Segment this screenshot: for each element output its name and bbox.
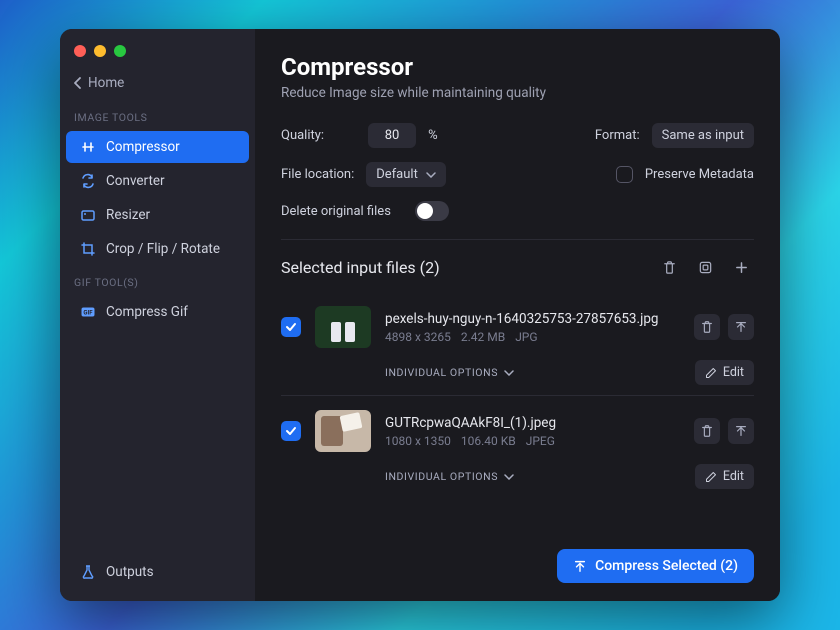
select-all-button[interactable] <box>692 254 718 280</box>
preserve-metadata-checkbox[interactable] <box>616 166 633 183</box>
home-label: Home <box>88 75 124 91</box>
file-location-select[interactable]: Default <box>366 162 446 187</box>
chevron-down-icon <box>504 370 514 376</box>
sidebar-item-label: Compressor <box>106 139 180 155</box>
sidebar-item-outputs[interactable]: Outputs <box>66 556 249 588</box>
file-name: pexels-huy-nguy-n-1640325753-27857653.jp… <box>385 311 680 327</box>
file-thumbnail <box>315 410 371 452</box>
file-location-value: Default <box>376 167 418 182</box>
file-thumbnail <box>315 306 371 348</box>
minimize-window-button[interactable] <box>94 45 106 57</box>
file-checkbox[interactable] <box>281 421 301 441</box>
compress-selected-button[interactable]: Compress Selected (2) <box>557 549 754 583</box>
sidebar-item-label: Converter <box>106 173 165 189</box>
preserve-metadata-label: Preserve Metadata <box>645 167 754 182</box>
file-format: JPEG <box>526 434 555 448</box>
quality-input[interactable]: 80 <box>368 123 416 148</box>
section-label-image-tools: IMAGE TOOLS <box>60 101 255 130</box>
individual-options-label: INDIVIDUAL OPTIONS <box>385 366 498 379</box>
sidebar: Home IMAGE TOOLS Compressor Converter Re… <box>60 29 255 601</box>
sidebar-item-resizer[interactable]: Resizer <box>66 199 249 231</box>
sidebar-item-label: Compress Gif <box>106 304 188 320</box>
footer: Compress Selected (2) <box>281 537 754 583</box>
delete-originals-toggle[interactable] <box>415 201 449 221</box>
clear-all-button[interactable] <box>656 254 682 280</box>
individual-options-toggle[interactable]: INDIVIDUAL OPTIONS <box>385 366 514 379</box>
file-dimensions: 1080 x 1350 <box>385 434 451 448</box>
quality-unit: % <box>428 128 438 143</box>
file-name: GUTRcpwaQAAkF8I_(1).jpeg <box>385 415 680 431</box>
file-location-label: File location: <box>281 167 354 182</box>
pencil-icon <box>705 367 717 379</box>
section-label-gif-tools: GIF TOOL(S) <box>60 266 255 295</box>
sidebar-item-label: Outputs <box>106 564 154 580</box>
chevron-down-icon <box>426 172 436 178</box>
file-row: pexels-huy-nguy-n-1640325753-27857653.jp… <box>281 292 754 396</box>
file-checkbox[interactable] <box>281 317 301 337</box>
export-file-button[interactable] <box>728 418 754 444</box>
sidebar-item-compressor[interactable]: Compressor <box>66 131 249 163</box>
sidebar-item-label: Crop / Flip / Rotate <box>106 241 220 257</box>
remove-file-button[interactable] <box>694 314 720 340</box>
edit-file-button[interactable]: Edit <box>695 360 754 385</box>
window-controls <box>60 41 255 69</box>
file-dimensions: 4898 x 3265 <box>385 330 451 344</box>
sidebar-item-converter[interactable]: Converter <box>66 165 249 197</box>
export-file-button[interactable] <box>728 314 754 340</box>
main-panel: Compressor Reduce Image size while maint… <box>255 29 780 601</box>
edit-label: Edit <box>723 365 744 380</box>
remove-file-button[interactable] <box>694 418 720 444</box>
files-header: Selected input files (2) <box>281 254 754 280</box>
settings-panel: Quality: 80 % Format: Same as input File… <box>281 123 754 221</box>
resize-icon <box>80 207 96 223</box>
file-row: GUTRcpwaQAAkF8I_(1).jpeg 1080 x 1350 106… <box>281 396 754 499</box>
app-window: Home IMAGE TOOLS Compressor Converter Re… <box>60 29 780 601</box>
individual-options-label: INDIVIDUAL OPTIONS <box>385 470 498 483</box>
file-size: 2.42 MB <box>461 330 505 344</box>
pencil-icon <box>705 471 717 483</box>
svg-text:GIF: GIF <box>83 310 93 317</box>
close-window-button[interactable] <box>74 45 86 57</box>
sidebar-item-crop[interactable]: Crop / Flip / Rotate <box>66 233 249 265</box>
file-format: JPG <box>515 330 537 344</box>
page-title: Compressor <box>281 53 754 81</box>
compress-icon <box>80 139 96 155</box>
add-files-button[interactable] <box>728 254 754 280</box>
format-label: Format: <box>595 128 640 143</box>
edit-file-button[interactable]: Edit <box>695 464 754 489</box>
compress-button-label: Compress Selected (2) <box>595 558 738 574</box>
chevron-down-icon <box>504 474 514 480</box>
gif-icon: GIF <box>80 304 96 320</box>
crop-icon <box>80 241 96 257</box>
files-title: Selected input files (2) <box>281 258 440 277</box>
individual-options-toggle[interactable]: INDIVIDUAL OPTIONS <box>385 470 514 483</box>
back-home-button[interactable]: Home <box>60 69 255 101</box>
sidebar-item-label: Resizer <box>106 207 150 223</box>
file-list: pexels-huy-nguy-n-1640325753-27857653.jp… <box>281 292 754 499</box>
delete-originals-label: Delete original files <box>281 204 391 219</box>
maximize-window-button[interactable] <box>114 45 126 57</box>
quality-label: Quality: <box>281 128 324 143</box>
sidebar-item-compress-gif[interactable]: GIF Compress Gif <box>66 296 249 328</box>
convert-icon <box>80 173 96 189</box>
divider <box>281 239 754 240</box>
chevron-left-icon <box>74 77 82 89</box>
page-subtitle: Reduce Image size while maintaining qual… <box>281 85 754 101</box>
format-select[interactable]: Same as input <box>652 123 754 148</box>
export-icon <box>573 559 587 573</box>
file-size: 106.40 KB <box>461 434 516 448</box>
flask-icon <box>80 564 96 580</box>
format-value: Same as input <box>662 128 744 143</box>
edit-label: Edit <box>723 469 744 484</box>
